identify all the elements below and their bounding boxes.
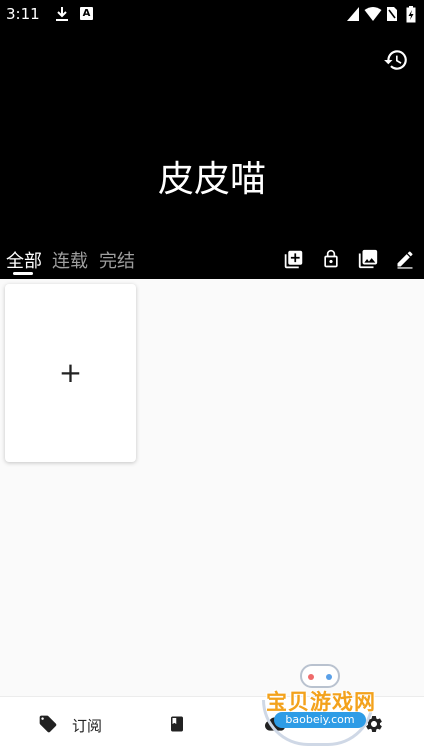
tab-all[interactable]: 全部 — [6, 247, 42, 273]
status-time: 3:11 — [6, 5, 40, 23]
edit-icon[interactable] — [394, 248, 416, 270]
tag-icon — [38, 714, 58, 738]
no-sim-icon — [386, 6, 398, 26]
add-plus-icon: + — [58, 356, 83, 389]
nav-bookshelf[interactable] — [168, 697, 186, 753]
tab-indicator — [13, 272, 33, 275]
signal-icon — [346, 6, 360, 26]
download-icon — [55, 6, 69, 26]
nav-subscribe-label: 订阅 — [72, 717, 103, 735]
watermark-url: baobeiy.com — [274, 712, 366, 728]
a-notification-icon: A — [80, 7, 93, 20]
battery-charging-icon — [406, 6, 416, 27]
tab-serializing[interactable]: 连载 — [52, 247, 88, 273]
gamepad-icon — [300, 664, 340, 688]
wifi-icon — [364, 6, 382, 26]
add-comic-card[interactable]: + — [5, 284, 136, 462]
add-box-icon[interactable] — [282, 248, 304, 270]
page-title: 皮皮喵 — [157, 159, 266, 200]
history-icon — [383, 47, 409, 77]
photo-library-icon[interactable] — [357, 248, 379, 270]
watermark-logo: 宝贝游戏网 baobeiy.com — [244, 660, 394, 748]
book-icon — [168, 714, 186, 738]
nav-subscribe[interactable]: 订阅 — [38, 697, 102, 753]
tab-completed[interactable]: 完结 — [99, 247, 135, 273]
history-button[interactable] — [381, 47, 411, 77]
lock-icon[interactable] — [320, 248, 342, 270]
header: 3:11 A 皮皮喵 全部 连载 完结 — [0, 0, 424, 279]
status-bar: 3:11 A — [0, 0, 424, 28]
